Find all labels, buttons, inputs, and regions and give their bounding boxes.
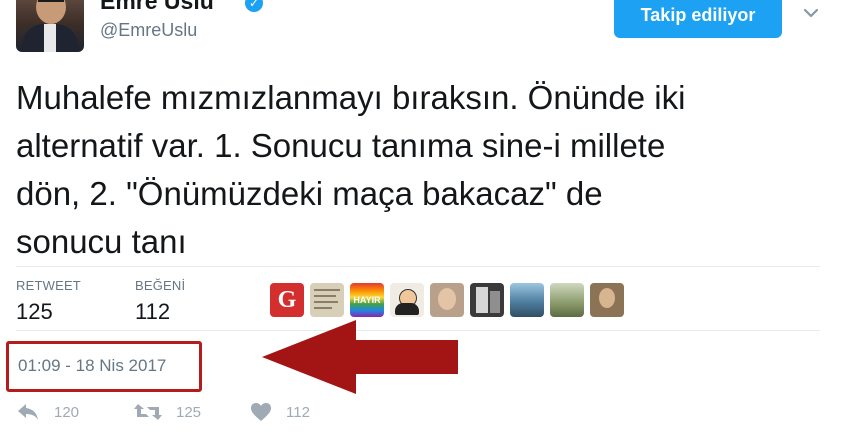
liker-portrait-avatar[interactable] xyxy=(590,283,624,317)
retweet-stat-count[interactable]: 125 xyxy=(16,299,53,325)
liker-document-avatar[interactable] xyxy=(310,283,344,317)
avatar-glasses xyxy=(38,0,64,8)
display-name[interactable]: Emre Uslu xyxy=(100,0,214,15)
retweet-action[interactable]: 125 xyxy=(134,398,201,426)
reply-action[interactable]: 120 xyxy=(16,398,79,426)
verified-badge-icon: ✓ xyxy=(245,0,263,12)
chevron-down-icon[interactable] xyxy=(800,2,822,24)
avatar-shirt xyxy=(44,24,56,52)
tweet-text: Muhalefe mızmızlanmayı bıraksın. Önünde … xyxy=(16,79,686,260)
liker-g-letter: G xyxy=(277,286,297,313)
liker-field-avatar[interactable] xyxy=(550,283,584,317)
retweet-icon xyxy=(134,404,162,420)
user-handle[interactable]: @EmreUslu xyxy=(100,20,197,41)
reply-count: 120 xyxy=(54,403,80,421)
retweet-stat-label[interactable]: RETWEET xyxy=(16,278,81,293)
liker-avatars: G HAYIR xyxy=(270,283,624,319)
liker-landscape-avatar[interactable] xyxy=(510,283,544,317)
liker-face-avatar[interactable] xyxy=(430,283,464,317)
like-stat-label[interactable]: BEĞENİ xyxy=(135,278,185,293)
retweet-count: 125 xyxy=(176,403,202,421)
liker-bw-photo-avatar[interactable] xyxy=(470,283,504,317)
like-count: 112 xyxy=(286,403,310,421)
tweet-timestamp[interactable]: 01:09 - 18 Nis 2017 xyxy=(18,356,166,376)
liker-hayir-text: HAYIR xyxy=(353,295,381,305)
liker-g-logo-avatar[interactable]: G xyxy=(270,283,304,317)
like-stat-count[interactable]: 112 xyxy=(135,299,170,325)
avatar[interactable] xyxy=(16,0,84,52)
follow-button[interactable]: Takip ediliyor xyxy=(614,0,782,38)
red-arrow-icon xyxy=(262,320,458,394)
divider-top xyxy=(16,266,820,267)
liker-hayir-avatar[interactable]: HAYIR xyxy=(350,283,384,317)
reply-icon xyxy=(18,404,38,420)
heart-icon xyxy=(251,403,271,421)
liker-popeye-avatar[interactable] xyxy=(390,283,424,317)
like-action[interactable]: 112 xyxy=(250,398,310,426)
